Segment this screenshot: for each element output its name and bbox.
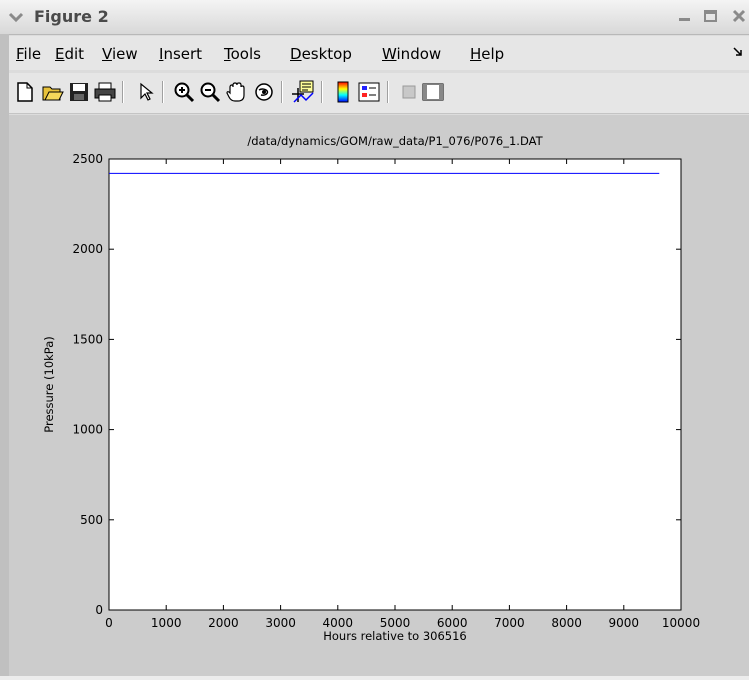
minimize-icon[interactable] bbox=[677, 8, 693, 24]
menu-bar: File Edit View Insert Tools Desktop Wind… bbox=[9, 36, 749, 70]
toolbar-separator bbox=[281, 81, 283, 103]
toolbar-separator bbox=[162, 81, 164, 103]
new-figure-icon[interactable] bbox=[13, 80, 37, 104]
menu-view[interactable]: View bbox=[102, 45, 138, 63]
dock-arrow-icon[interactable] bbox=[733, 47, 743, 57]
x-tick-label: 8000 bbox=[551, 616, 582, 630]
menu-help[interactable]: Help bbox=[470, 45, 504, 63]
pan-hand-icon[interactable] bbox=[224, 80, 248, 104]
colorbar-icon[interactable] bbox=[331, 80, 355, 104]
x-tick-label: 6000 bbox=[437, 616, 468, 630]
legend-icon[interactable] bbox=[357, 80, 381, 104]
toolbar-separator bbox=[387, 81, 389, 103]
y-axis-label: Pressure (10kPa) bbox=[42, 336, 56, 433]
x-tick-label: 9000 bbox=[609, 616, 640, 630]
title-bar[interactable]: Figure 2 bbox=[0, 0, 749, 35]
menu-window[interactable]: Window bbox=[382, 45, 441, 63]
window-border bbox=[0, 34, 9, 676]
plot-svg: 0 1000 2000 3000 4000 5000 6000 7000 8000 9000 100… bbox=[42, 134, 700, 643]
y-tick-label: 1000 bbox=[72, 423, 103, 437]
save-icon[interactable] bbox=[67, 80, 91, 104]
x-tick-label: 0 bbox=[105, 616, 113, 630]
hide-plot-tools-icon[interactable] bbox=[397, 80, 421, 104]
x-tick-label: 3000 bbox=[265, 616, 296, 630]
figure-window: Figure 2 File Edit View Insert Tools Des… bbox=[0, 0, 749, 676]
window-menu-icon[interactable] bbox=[8, 9, 24, 25]
menu-edit[interactable]: Edit bbox=[55, 45, 84, 63]
menu-desktop[interactable]: Desktop bbox=[290, 45, 352, 63]
x-tick-label: 5000 bbox=[380, 616, 411, 630]
show-plot-tools-icon[interactable] bbox=[421, 80, 445, 104]
y-tick-label: 2500 bbox=[72, 152, 103, 166]
menu-file[interactable]: File bbox=[16, 45, 41, 63]
x-axis-label: Hours relative to 306516 bbox=[323, 629, 466, 643]
pointer-icon[interactable] bbox=[134, 80, 158, 104]
menu-tools[interactable]: Tools bbox=[224, 45, 261, 63]
print-icon[interactable] bbox=[93, 80, 117, 104]
y-tick-label: 500 bbox=[80, 513, 103, 527]
toolbar-separator bbox=[321, 81, 323, 103]
y-tick-label: 2000 bbox=[72, 242, 103, 256]
zoom-out-icon[interactable] bbox=[198, 80, 222, 104]
x-tick-label: 2000 bbox=[208, 616, 239, 630]
zoom-in-icon[interactable] bbox=[172, 80, 196, 104]
rotate-3d-icon[interactable] bbox=[252, 80, 276, 104]
toolbar-separator bbox=[122, 81, 124, 103]
close-icon[interactable] bbox=[731, 8, 747, 24]
data-cursor-icon[interactable] bbox=[291, 80, 315, 104]
x-tick-label: 10000 bbox=[662, 616, 700, 630]
axes-background bbox=[109, 159, 681, 610]
maximize-icon[interactable] bbox=[703, 8, 719, 24]
y-tick-label: 0 bbox=[95, 603, 103, 617]
x-tick-label: 1000 bbox=[151, 616, 182, 630]
figure-canvas[interactable]: 0 1000 2000 3000 4000 5000 6000 7000 8000 9000 100… bbox=[9, 115, 749, 676]
window-title: Figure 2 bbox=[34, 7, 109, 26]
y-tick-label: 1500 bbox=[72, 332, 103, 346]
x-tick-label: 4000 bbox=[323, 616, 354, 630]
menu-insert[interactable]: Insert bbox=[159, 45, 202, 63]
open-file-icon[interactable] bbox=[41, 80, 65, 104]
toolbar bbox=[9, 73, 749, 114]
x-tick-label: 7000 bbox=[494, 616, 525, 630]
chart-title: /data/dynamics/GOM/raw_data/P1_076/P076_… bbox=[247, 134, 543, 148]
